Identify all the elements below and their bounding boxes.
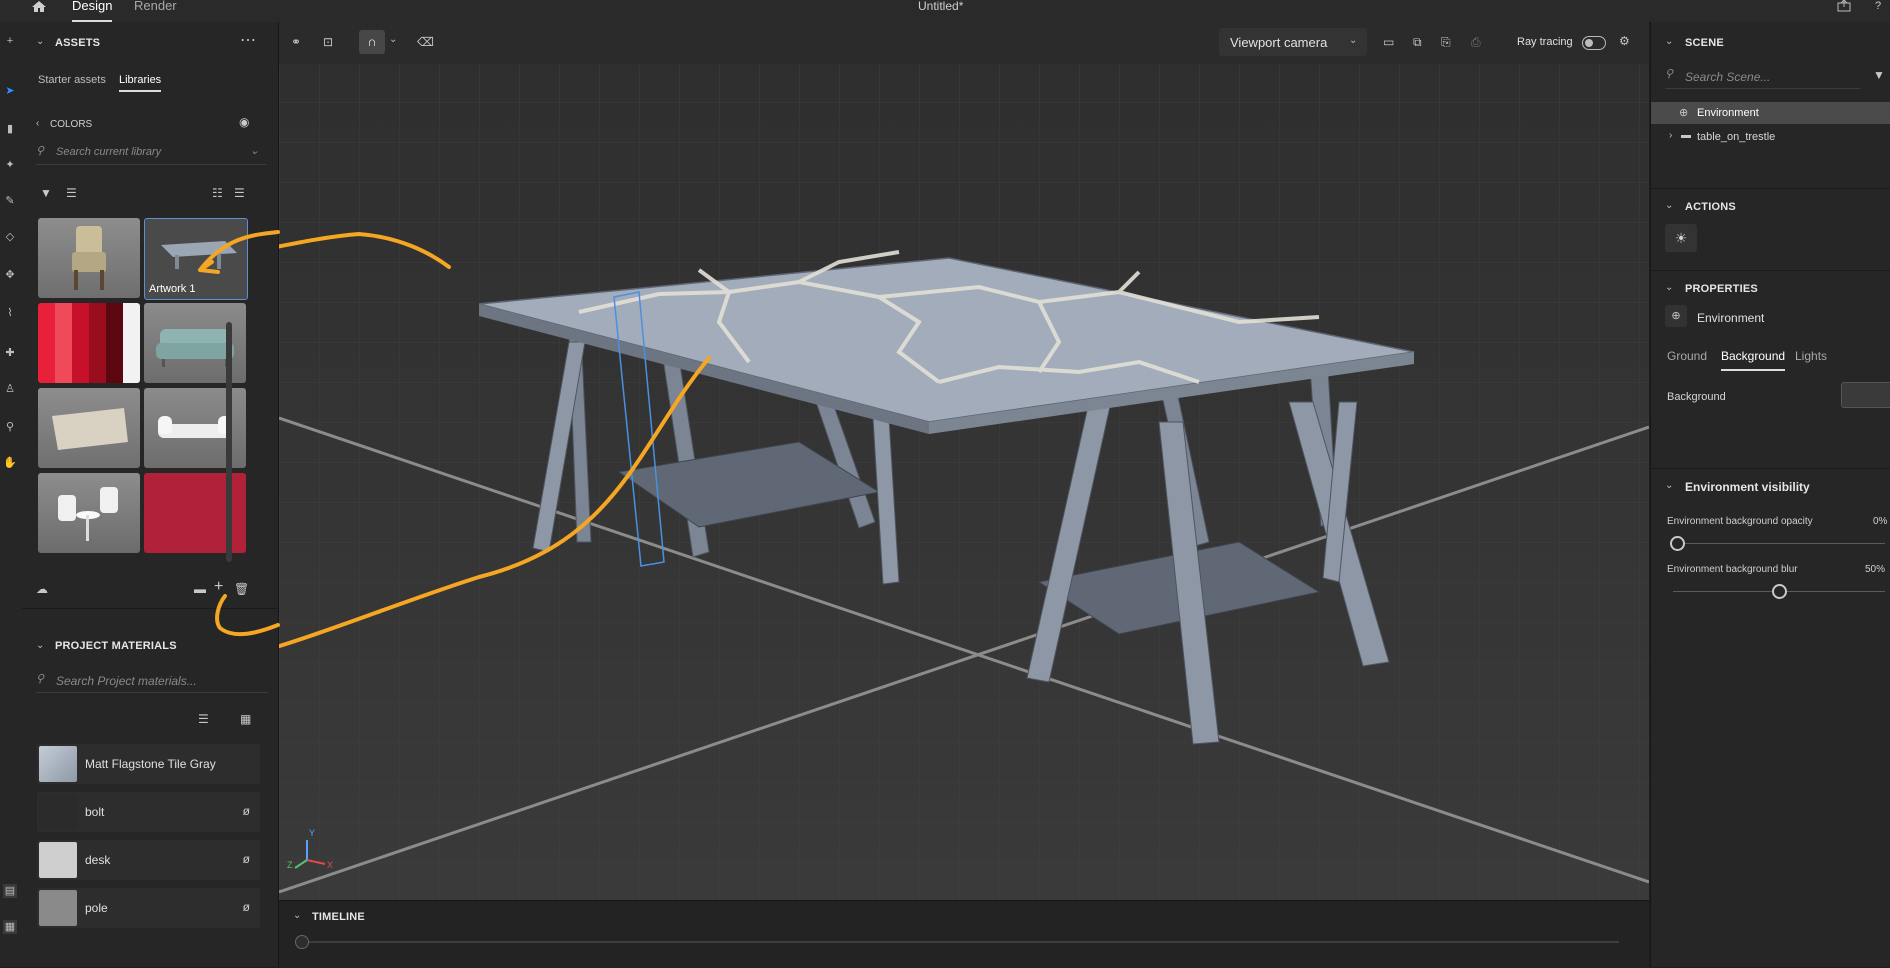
env-visibility-title: Environment visibility [1685, 480, 1810, 494]
opacity-slider-track[interactable] [1673, 543, 1885, 544]
folder-icon: ▬ [1681, 130, 1691, 141]
document-title: Untitled* [918, 0, 964, 13]
chevron-down-icon: ⌄ [1349, 35, 1358, 46]
scene-title: SCENE [1685, 37, 1724, 49]
camera-icon[interactable]: ▭ [1383, 35, 1394, 49]
material-row[interactable]: bolt ø [37, 792, 260, 832]
axis-label-z: Z [287, 860, 293, 870]
chevron-down-icon[interactable]: ⌄ [293, 910, 301, 921]
scene-item-label: Environment [1697, 107, 1759, 119]
timeline-playhead[interactable] [295, 935, 309, 949]
search-icon: ⚲ [1665, 68, 1674, 80]
globe-icon: ⊕ [1679, 107, 1689, 119]
material-name: desk [85, 853, 111, 867]
library-icon[interactable]: ▦ [3, 920, 17, 934]
scene-search[interactable]: ⚲ Search Scene... [1665, 64, 1860, 89]
material-swatch [39, 746, 77, 782]
sort-icon[interactable]: ☰ [198, 712, 209, 726]
material-swatch [39, 842, 77, 878]
material-row[interactable]: pole ø [37, 888, 260, 928]
properties-object-label: Environment [1697, 311, 1765, 325]
scene-item-table[interactable]: › ▬ table_on_trestle [1651, 126, 1890, 148]
blur-value: 50% [1865, 564, 1886, 575]
camera-select[interactable]: Viewport camera ⌄ [1219, 28, 1367, 56]
tab-ground[interactable]: Ground [1667, 349, 1707, 363]
no-texture-icon: ø [242, 804, 250, 818]
chevron-right-icon[interactable]: › [1669, 130, 1672, 141]
divider [1651, 188, 1890, 189]
no-texture-icon: ø [242, 900, 250, 914]
no-texture-icon: ø [242, 852, 250, 866]
camera-settings-icon[interactable]: ⎙ [1471, 35, 1481, 50]
chevron-down-icon[interactable]: ⌄ [389, 34, 397, 45]
blur-label: Environment background blur [1667, 564, 1798, 575]
timeline-panel: ⌄ TIMELINE [279, 900, 1649, 968]
material-name: bolt [85, 805, 105, 819]
material-name: pole [85, 901, 108, 915]
action-lighting-button[interactable]: ☀ [1665, 224, 1697, 252]
annotation-overlay [198, 230, 280, 637]
background-label: Background [1667, 391, 1726, 403]
chevron-down-icon[interactable]: ⌄ [1665, 282, 1673, 293]
timeline-track[interactable] [303, 941, 1619, 943]
chevron-down-icon[interactable]: ⌄ [1665, 36, 1673, 47]
axis-label-y: Y [309, 828, 316, 838]
scene-item-label: table_on_trestle [1697, 131, 1776, 143]
viewport[interactable]: Y X Z [279, 22, 1649, 900]
render-settings-icon[interactable]: ⚙ [1619, 34, 1630, 48]
top-bar: Design Render Untitled* ? [0, 0, 1890, 23]
opacity-label: Environment background opacity [1667, 516, 1813, 527]
filter-icon[interactable]: ▼ [1873, 68, 1885, 82]
eraser-icon[interactable]: ⌫ [417, 35, 434, 49]
viewport-toolbar: ⚭ ⊡ ∩ ⌄ ⌫ Viewport camera ⌄ ▭ ⧉ ⎘ ⎙ Ray … [279, 22, 1649, 64]
timeline-title: TIMELINE [312, 911, 365, 923]
scene-graph-icon[interactable]: ⚭ [291, 35, 301, 49]
layers-icon[interactable]: ▤ [3, 884, 17, 898]
help-icon[interactable]: ? [1870, 0, 1886, 12]
scene-search-input[interactable]: Search Scene... [1685, 70, 1770, 84]
material-name: Matt Flagstone Tile Gray [85, 757, 216, 771]
material-row[interactable]: Matt Flagstone Tile Gray [37, 744, 260, 784]
divider [1651, 270, 1890, 271]
material-swatch [39, 890, 77, 926]
camera-select-value: Viewport camera [1230, 35, 1328, 50]
camera-bookmark-icon[interactable]: ⎘ [1441, 35, 1451, 50]
ray-tracing-label: Ray tracing [1517, 36, 1573, 48]
ray-tracing-toggle[interactable] [1582, 36, 1606, 50]
material-row[interactable]: desk ø [37, 840, 260, 880]
tab-lights[interactable]: Lights [1795, 349, 1827, 363]
background-color-swatch[interactable] [1841, 382, 1890, 408]
chevron-down-icon[interactable]: ⌄ [1665, 480, 1673, 491]
divider [1651, 468, 1890, 469]
viewport-canvas[interactable] [279, 22, 1649, 900]
grid-view-icon[interactable]: ▦ [240, 712, 251, 726]
chevron-down-icon[interactable]: ⌄ [1665, 200, 1673, 211]
tab-background[interactable]: Background [1721, 349, 1786, 371]
right-panel: ⌄ SCENE ⚲ Search Scene... ▼ ⊕ Environmen… [1650, 22, 1890, 967]
opacity-value: 0% [1873, 516, 1888, 527]
axis-label-x: X [327, 860, 334, 870]
actions-title: ACTIONS [1685, 201, 1736, 213]
globe-icon: ⊕ [1665, 305, 1687, 327]
fit-frame-icon[interactable]: ⊡ [323, 35, 333, 49]
camera-frame-icon[interactable]: ⧉ [1413, 35, 1422, 50]
opacity-slider-knob[interactable] [1669, 536, 1685, 551]
material-swatch [39, 794, 77, 830]
share-icon[interactable] [1836, 0, 1852, 14]
blur-slider-knob[interactable] [1771, 584, 1787, 599]
snap-button[interactable]: ∩ [359, 30, 385, 54]
scene-item-environment[interactable]: ⊕ Environment [1651, 102, 1890, 124]
properties-title: PROPERTIES [1685, 283, 1758, 295]
